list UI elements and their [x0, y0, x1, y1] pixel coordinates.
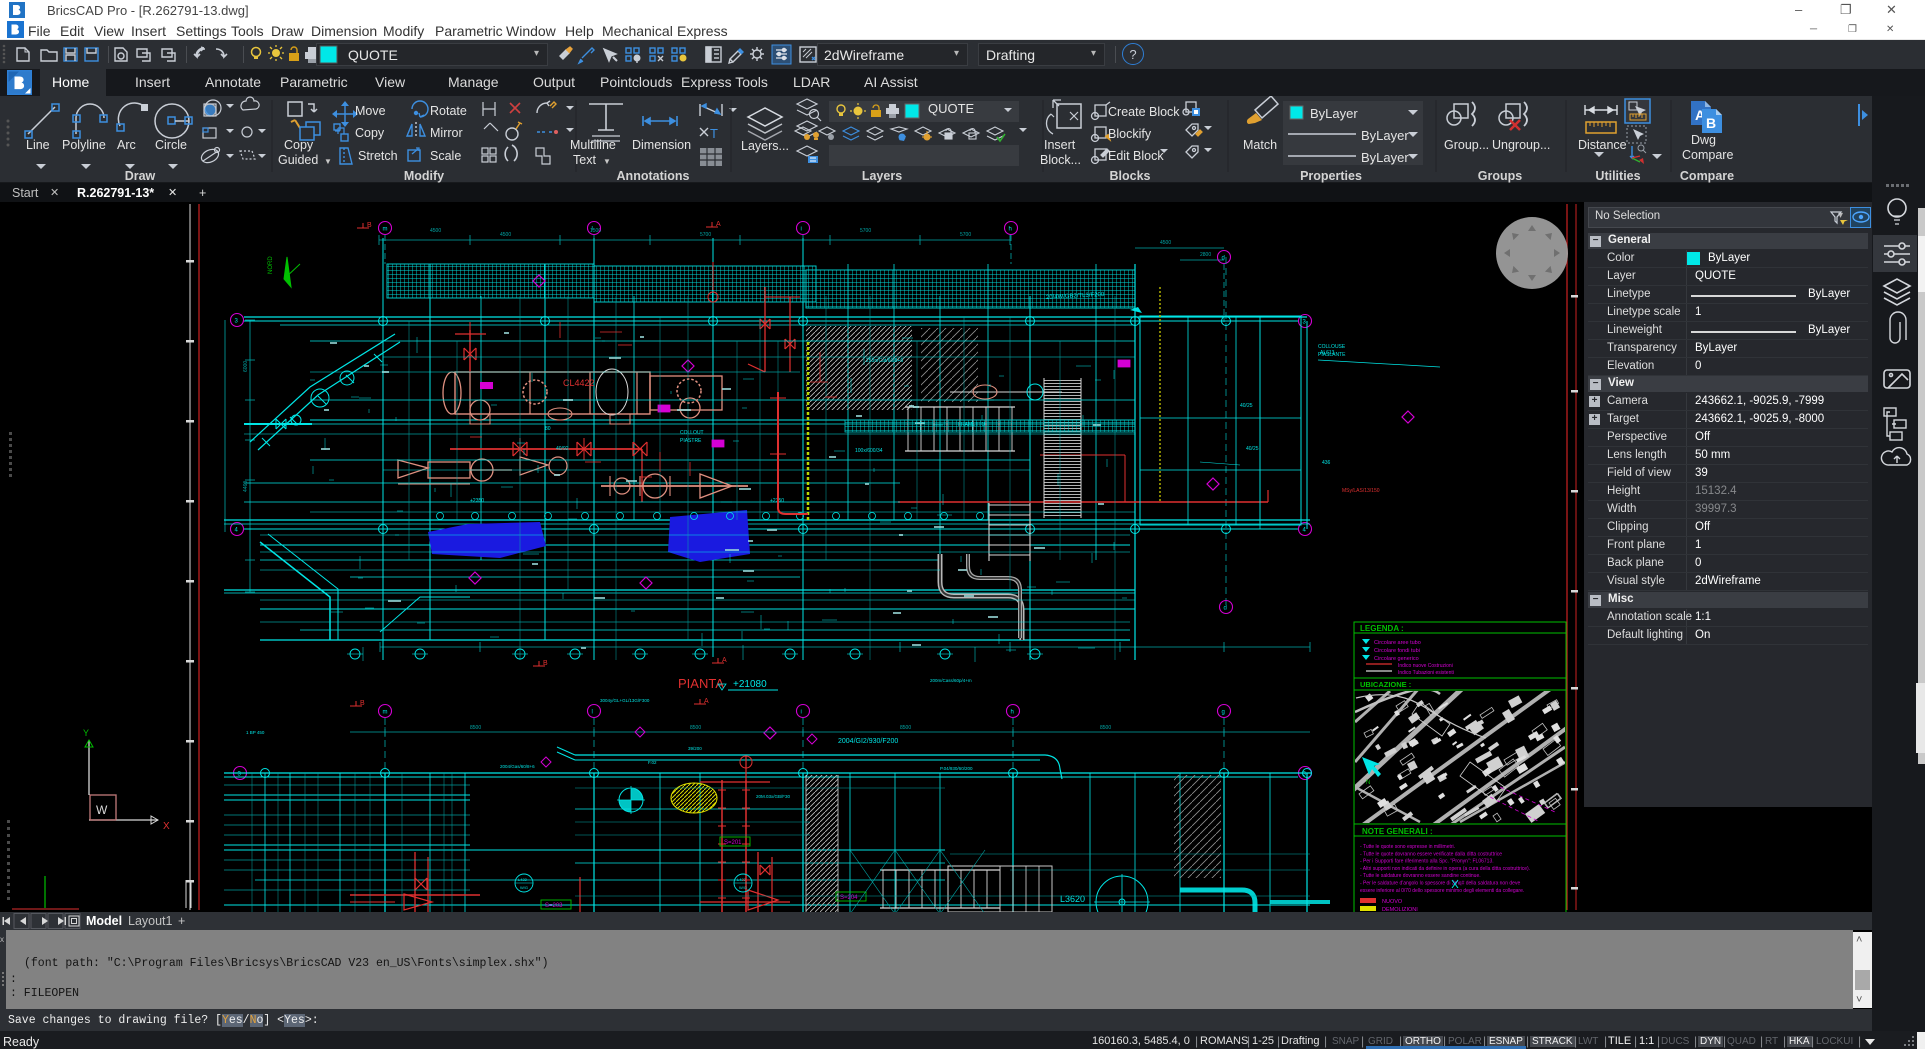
svg-text:P.04/930/60/200: P.04/930/60/200	[940, 766, 973, 771]
svg-text:X: X	[163, 821, 170, 832]
svg-text:4500: 4500	[500, 232, 511, 238]
svg-text:i: i	[801, 710, 802, 716]
svg-text:+21080: +21080	[733, 679, 767, 690]
svg-text:COLLOUT: COLLOUT	[680, 430, 704, 436]
svg-text:200m/Cass/60p/4+m: 200m/Cass/60p/4+m	[930, 678, 972, 683]
svg-text:B: B	[360, 700, 365, 707]
svg-text:- Altri supporti non indicati: - Altri supporti non indicati da definir…	[1360, 866, 1530, 872]
svg-text:5700: 5700	[960, 232, 971, 238]
svg-text:5700: 5700	[860, 228, 871, 234]
svg-text:4: 4	[1303, 528, 1307, 534]
svg-text:Circolare aree tubo: Circolare aree tubo	[1374, 640, 1421, 646]
svg-text:B: B	[1706, 115, 1716, 131]
svg-text:UBICAZIONE :: UBICAZIONE :	[1360, 680, 1411, 689]
svg-text:8500: 8500	[900, 725, 911, 731]
svg-text:3004y/GL+GL/13G/F300: 3004y/GL+GL/13G/F300	[600, 698, 650, 703]
svg-text:L422: L422	[737, 877, 747, 882]
svg-text:2004/GI2/930/F200: 2004/GI2/930/F200	[838, 738, 898, 745]
svg-text:PIANTA: PIANTA	[678, 676, 724, 691]
svg-text:h: h	[1011, 710, 1014, 716]
svg-text:m: m	[383, 227, 388, 233]
svg-text:+2350: +2350	[470, 498, 484, 504]
svg-text:4500: 4500	[430, 228, 441, 234]
svg-text:Indico Tubazioni esistenti: Indico Tubazioni esistenti	[1398, 670, 1454, 676]
svg-text:8500: 8500	[470, 725, 481, 731]
svg-text:8500: 8500	[690, 725, 701, 731]
svg-text:S=203: S=203	[545, 903, 563, 909]
svg-text:436: 436	[1322, 460, 1331, 466]
svg-text:Circolare generico: Circolare generico	[1374, 656, 1419, 662]
svg-text:80: 80	[545, 426, 551, 432]
svg-text:255n/Cat/60/8+6: 255n/Cat/60/8+6	[866, 358, 903, 364]
svg-text:L422: L422	[518, 877, 528, 882]
svg-text:B: B	[543, 660, 548, 667]
svg-text:Y: Y	[83, 728, 89, 738]
svg-text:L3620: L3620	[1060, 894, 1085, 904]
svg-text:W/G: W/G	[520, 885, 528, 890]
svg-text:A: A	[716, 221, 721, 228]
svg-text:- Tutte le quote sono espresse: - Tutte le quote sono espresse in millim…	[1360, 844, 1455, 850]
svg-text:A: A	[704, 698, 709, 705]
svg-text:- Tutte le quote dovranno esse: - Tutte le quote dovranno essere verific…	[1360, 851, 1502, 857]
svg-text:d: d	[1222, 256, 1225, 262]
svg-text:essere inferiore al 0/70 dello: essere inferiore al 0/70 dello spessore …	[1360, 888, 1524, 894]
svg-text:NOTE GENERALI :: NOTE GENERALI :	[1362, 827, 1433, 836]
svg-text:i: i	[801, 227, 802, 233]
svg-text:g: g	[1222, 710, 1225, 716]
svg-text:NUOVO: NUOVO	[1382, 899, 1403, 905]
svg-text:1 BP 450: 1 BP 450	[246, 730, 265, 735]
svg-text:2004/Gas/60/8+6: 2004/Gas/60/8+6	[500, 764, 535, 769]
svg-text:PIASTRE: PIASTRE	[680, 438, 702, 444]
svg-text:- Tutte le saldature dovranno: - Tutte le saldature dovranno essere san…	[1360, 873, 1481, 879]
svg-text:LEGENDA :: LEGENDA :	[1360, 624, 1404, 633]
svg-text:d: d	[1224, 606, 1227, 612]
svg-text:100x/600/34: 100x/600/34	[855, 448, 883, 454]
svg-text:6000: 6000	[243, 361, 249, 372]
svg-text:4460: 4460	[243, 481, 249, 492]
svg-text:F.02: F.02	[648, 760, 657, 765]
svg-text:W: W	[96, 803, 108, 817]
svg-text:PIASLANTE: PIASLANTE	[1318, 352, 1346, 358]
svg-text:COLLOUSE: COLLOUSE	[1318, 344, 1346, 350]
svg-text:l: l	[592, 710, 593, 716]
svg-text:m: m	[383, 710, 388, 716]
svg-text:CL4422: CL4422	[563, 378, 595, 388]
svg-text:h: h	[1009, 227, 1012, 233]
svg-text:20M.03x/GB/F30: 20M.03x/GB/F30	[756, 794, 791, 799]
svg-text:W/G: W/G	[739, 885, 747, 890]
svg-text:2800: 2800	[1200, 252, 1211, 258]
svg-text:NORD: NORD	[268, 256, 274, 274]
svg-text:Indico nuove Costruzioni: Indico nuove Costruzioni	[1398, 663, 1453, 669]
svg-text:B: B	[367, 222, 372, 229]
svg-text:- Per i Supporti fare riferime: - Per i Supporti fare riferimento alla S…	[1360, 859, 1494, 865]
svg-text:8500: 8500	[1100, 725, 1111, 731]
svg-text:40/25: 40/25	[1240, 403, 1253, 409]
svg-text:l: l	[592, 227, 593, 233]
svg-text:40/25: 40/25	[1246, 446, 1259, 452]
svg-text:S=201: S=201	[724, 840, 742, 846]
svg-text:A: A	[722, 657, 727, 664]
svg-text:3: 3	[235, 319, 239, 325]
svg-text:5700: 5700	[700, 232, 711, 238]
svg-text:T: T	[710, 126, 718, 141]
svg-text:MSy/LAS/13/150: MSy/LAS/13/150	[1342, 488, 1380, 494]
svg-text:40/92: 40/92	[556, 446, 569, 452]
svg-text:N: N	[1366, 780, 1370, 786]
svg-text:4: 4	[235, 528, 239, 534]
svg-text:39/200: 39/200	[688, 746, 702, 751]
svg-text:- Per le saldature d'angolo lo: - Per le saldature d'angolo lo spessore …	[1360, 881, 1520, 887]
svg-text:4500: 4500	[1160, 240, 1171, 246]
svg-text:x: x	[0, 935, 4, 944]
svg-text:Circolare fondi tubi: Circolare fondi tubi	[1374, 648, 1420, 654]
svg-text:3: 3	[1303, 320, 1307, 326]
